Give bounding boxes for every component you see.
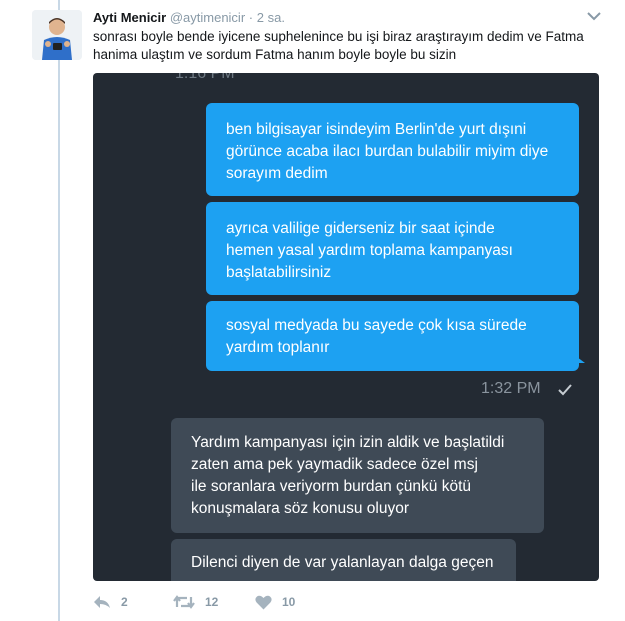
avatar[interactable] — [32, 10, 82, 60]
reply-button[interactable]: 2 — [93, 592, 128, 612]
tweet-actions: 2 12 10 — [93, 592, 393, 612]
header-separator: · — [248, 10, 254, 25]
message-text: ayrıca valilige giderseniz bir saat için… — [226, 220, 513, 281]
tweet-text: sonrası boyle bende iyicene suphelenince… — [93, 29, 584, 62]
message-text: ben bilgisayar isindeyim Berlin'de yurt … — [226, 121, 549, 182]
retweet-button[interactable]: 12 — [173, 592, 218, 612]
reply-count: 2 — [121, 595, 128, 609]
message-text: Dilenci diyen de var yalanlayan dalga ge… — [191, 554, 494, 571]
incoming-message: Yardım kampanyası için izin aldik ve baş… — [171, 418, 544, 533]
tweet-header: Ayti Menicir @aytimenicir · 2 sa. — [93, 10, 285, 25]
message-text: sosyal medyada bu sayede çok kısa sürede… — [226, 317, 527, 356]
tweet-timestamp[interactable]: 2 sa. — [257, 10, 285, 25]
message-text: Yardım kampanyası için izin aldik ve baş… — [191, 434, 505, 517]
bubble-tail — [577, 357, 585, 363]
sent-timestamp: 1:32 PM — [481, 380, 541, 397]
like-button[interactable]: 10 — [255, 592, 295, 612]
read-check-icon — [558, 384, 572, 396]
retweet-count: 12 — [205, 595, 219, 609]
cut-timestamp: 1:16 PM — [175, 73, 235, 82]
author-handle[interactable]: @aytimenicir — [170, 10, 245, 25]
like-count: 10 — [282, 595, 296, 609]
author-name[interactable]: Ayti Menicir — [93, 10, 166, 25]
retweet-icon — [173, 595, 195, 609]
heart-icon — [255, 595, 272, 609]
incoming-message: Dilenci diyen de var yalanlayan dalga ge… — [171, 539, 516, 581]
chevron-down-icon[interactable] — [586, 10, 602, 22]
thread-line — [58, 0, 60, 621]
chat-screenshot[interactable]: 1:16 PM ben bilgisayar isindeyim Berlin'… — [93, 73, 599, 581]
outgoing-message: ayrıca valilige giderseniz bir saat için… — [206, 202, 579, 295]
reply-icon — [94, 596, 110, 608]
outgoing-message: ben bilgisayar isindeyim Berlin'de yurt … — [206, 103, 579, 196]
outgoing-message: sosyal medyada bu sayede çok kısa sürede… — [206, 301, 585, 371]
avatar-image — [32, 10, 82, 60]
